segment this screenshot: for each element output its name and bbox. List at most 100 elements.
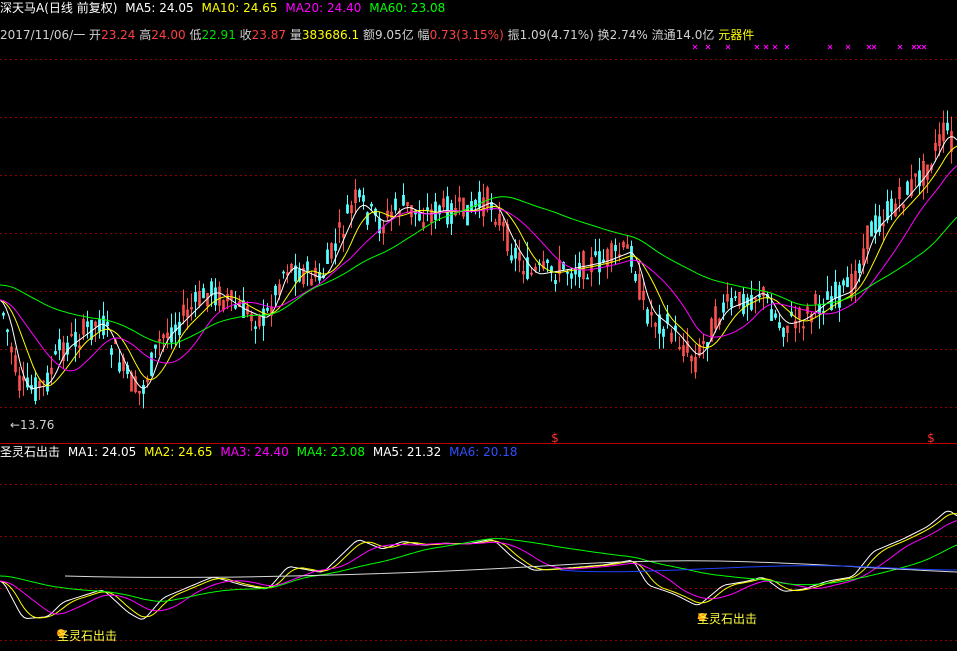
candle-body <box>210 281 213 296</box>
candle-body <box>86 321 89 328</box>
candle-body <box>594 251 597 256</box>
candle-body <box>2 312 5 316</box>
candle-body <box>34 377 37 401</box>
candle-body <box>666 313 669 324</box>
candle-body <box>46 372 49 392</box>
candle-body <box>306 261 309 271</box>
candle-body <box>730 297 733 308</box>
candle-body <box>614 244 617 252</box>
cross-marker <box>845 44 851 50</box>
ma2-legend: MA2: 24.65 <box>144 445 213 459</box>
candle-body <box>886 201 889 221</box>
candle-body <box>834 281 837 299</box>
candle-body <box>178 321 181 336</box>
candle-body <box>106 321 109 327</box>
candle-body <box>870 221 873 237</box>
candle-body <box>274 285 277 296</box>
candle-body <box>282 271 285 274</box>
cross-marker <box>772 44 778 50</box>
cross-marker <box>871 44 877 50</box>
candle-body <box>214 287 217 306</box>
cross-marker <box>897 44 903 50</box>
candle-body <box>102 315 105 336</box>
cross-marker <box>692 44 698 50</box>
signal-marker: $ <box>551 431 559 445</box>
ma10-line <box>0 145 957 387</box>
ma5-sub-line <box>64 560 957 578</box>
candle-body <box>74 331 77 347</box>
candle-body <box>370 203 373 207</box>
candle-body <box>118 362 121 372</box>
candle-body <box>874 215 877 233</box>
ma1-legend: MA1: 24.05 <box>67 445 137 459</box>
candle-body <box>478 191 481 208</box>
min-price-label: ←13.76 <box>10 418 54 432</box>
ma3-legend: MA3: 24.40 <box>220 445 289 459</box>
candle-body <box>546 259 549 264</box>
grid-lines <box>0 59 957 641</box>
candle-body <box>346 204 349 214</box>
candle-body <box>334 243 337 251</box>
candle-body <box>326 249 329 265</box>
candle-body <box>770 309 773 321</box>
ma60-line <box>0 196 957 345</box>
candle-body <box>586 277 589 280</box>
cross-markers <box>692 44 927 50</box>
indicator-title[interactable]: 圣灵石出击 <box>0 445 60 459</box>
cross-marker <box>754 44 760 50</box>
signal-marker: $ <box>927 431 935 445</box>
ma4-legend: MA4: 23.08 <box>296 445 366 459</box>
candle-body <box>598 251 601 273</box>
candle-body <box>514 247 517 259</box>
candle-body <box>906 181 909 195</box>
candle-body <box>202 288 205 299</box>
cross-marker <box>827 44 833 50</box>
cross-marker <box>866 44 872 50</box>
cross-marker <box>705 44 711 50</box>
ma5-sub-legend: MA5: 21.32 <box>372 445 442 459</box>
candle-body <box>510 255 513 261</box>
ma1-line <box>0 510 957 620</box>
candle-body <box>722 302 725 313</box>
ma6-line <box>559 565 957 573</box>
candle-body <box>890 198 893 212</box>
candle-body <box>110 348 113 355</box>
candle-body <box>774 313 777 318</box>
candle-body <box>450 203 453 224</box>
cross-marker <box>911 44 917 50</box>
candle-body <box>254 326 257 329</box>
cross-marker <box>725 44 731 50</box>
candle-body <box>602 259 605 263</box>
candle-body <box>242 300 245 318</box>
candle-body <box>402 194 405 206</box>
candle-body <box>734 296 737 298</box>
ma6-legend: MA6: 20.18 <box>449 445 518 459</box>
candle-body <box>634 274 637 281</box>
candle-body <box>758 295 761 298</box>
candle-body <box>426 207 429 211</box>
candle-body <box>266 307 269 311</box>
candle-body <box>646 309 649 324</box>
indicator-lines <box>0 510 957 620</box>
candle-body <box>194 292 197 302</box>
candle-body <box>154 344 157 349</box>
cross-marker <box>921 44 927 50</box>
signal-label: 圣灵石出击 <box>57 629 117 643</box>
ma3-line <box>0 520 957 615</box>
candle-body <box>554 279 557 284</box>
candle-body <box>470 201 473 212</box>
candle-body <box>662 328 665 337</box>
candle-body <box>566 272 569 274</box>
candle-body <box>858 263 861 274</box>
candle-body <box>6 329 9 333</box>
moving-average-lines <box>0 136 957 390</box>
candle-body <box>946 122 949 131</box>
candle-body <box>842 280 845 286</box>
ma5-line <box>0 136 957 390</box>
price-chart[interactable]: ←13.76 $ $ 圣灵石出击 圣灵石出击 <box>0 0 957 651</box>
signal-label: 圣灵石出击 <box>697 612 757 626</box>
candle-body <box>358 189 361 198</box>
candlesticks <box>2 110 953 409</box>
candle-body <box>570 273 573 279</box>
candle-body <box>54 351 57 355</box>
